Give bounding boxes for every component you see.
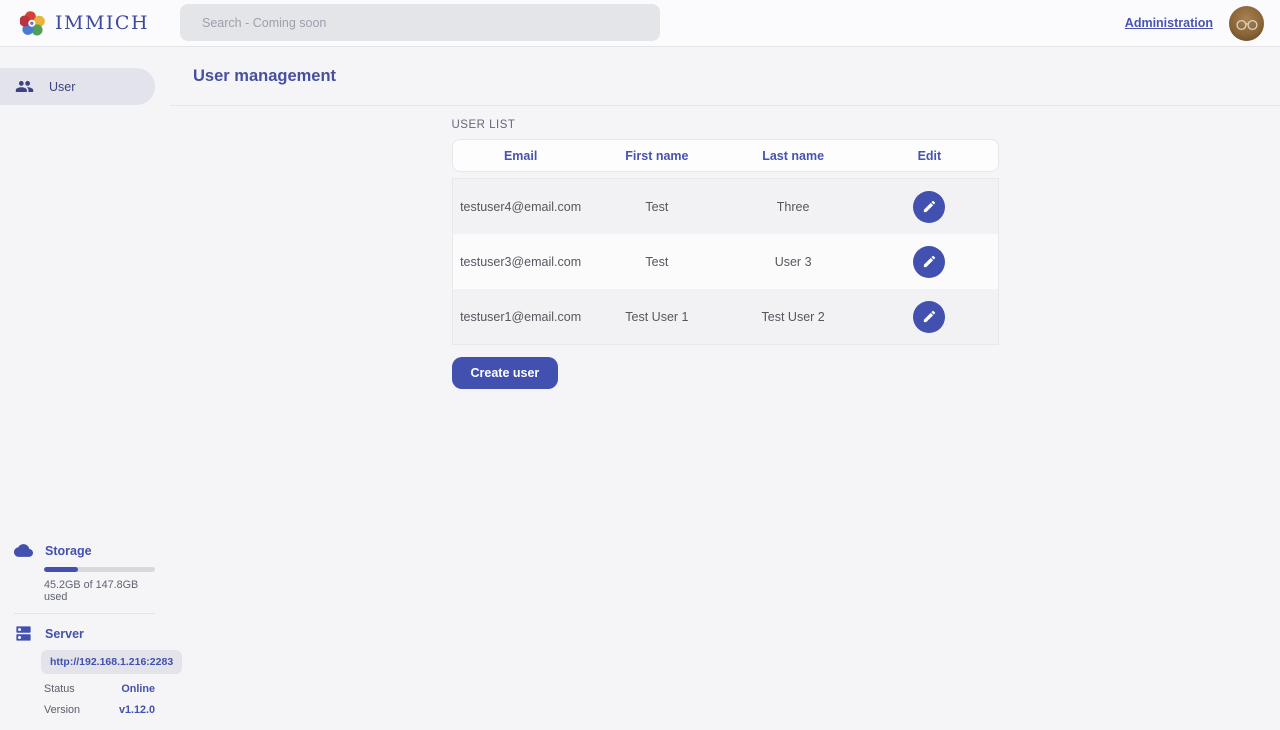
table-row: testuser1@email.com Test User 1 Test Use… [453, 289, 998, 344]
table-row: testuser3@email.com Test User 3 [453, 234, 998, 289]
sidebar-divider [14, 613, 155, 614]
immich-logo-text: IMMICH [55, 12, 149, 34]
user-first-name: Test User 1 [589, 310, 725, 324]
storage-section-header: Storage [14, 541, 155, 560]
edit-user-button[interactable] [913, 301, 945, 333]
table-row: testuser4@email.com Test Three [453, 179, 998, 234]
sidebar: User Storage 45.2GB of 147.8GB used [0, 47, 170, 730]
storage-usage-text: 45.2GB of 147.8GB used [44, 579, 155, 603]
user-email: testuser3@email.com [453, 255, 589, 269]
create-user-button[interactable]: Create user [452, 357, 559, 389]
immich-flower-icon [20, 10, 47, 37]
user-table-body: testuser4@email.com Test Three testuser3… [452, 178, 999, 345]
server-url-badge: http://192.168.1.216:2283 [41, 650, 182, 674]
user-last-name: Three [725, 200, 861, 214]
storage-title: Storage [45, 544, 92, 558]
server-section-header: Server [14, 624, 155, 643]
search-input[interactable] [180, 4, 660, 41]
version-value: v1.12.0 [119, 704, 155, 716]
version-label: Version [44, 704, 80, 716]
user-first-name: Test [589, 255, 725, 269]
sidebar-item-label: User [49, 80, 75, 94]
administration-link[interactable]: Administration [1125, 16, 1213, 30]
column-header-email: Email [453, 149, 589, 163]
users-icon [15, 77, 34, 96]
edit-user-button[interactable] [913, 246, 945, 278]
column-header-edit: Edit [861, 149, 997, 163]
pencil-icon [922, 309, 937, 324]
main-content: User management USER LIST Email First na… [170, 47, 1280, 730]
user-last-name: User 3 [725, 255, 861, 269]
storage-progress-fill [44, 567, 78, 572]
user-email: testuser4@email.com [453, 200, 589, 214]
user-list-label: USER LIST [452, 119, 999, 131]
column-header-first-name: First name [589, 149, 725, 163]
server-icon [14, 624, 33, 643]
status-label: Status [44, 683, 75, 695]
title-bar: User management [170, 47, 1280, 106]
server-status-row: Status Online [44, 683, 155, 695]
user-avatar[interactable] [1229, 6, 1264, 41]
server-version-row: Version v1.12.0 [44, 704, 155, 716]
glasses-icon [1235, 19, 1259, 31]
column-header-last-name: Last name [725, 149, 861, 163]
user-table-header: Email First name Last name Edit [452, 139, 999, 172]
server-title: Server [45, 627, 84, 641]
sidebar-item-user[interactable]: User [0, 68, 155, 105]
edit-user-button[interactable] [913, 191, 945, 223]
storage-progress-bar [44, 567, 155, 572]
sidebar-footer: Storage 45.2GB of 147.8GB used Server ht… [0, 541, 170, 730]
top-navbar: IMMICH Administration [0, 0, 1280, 47]
user-first-name: Test [589, 200, 725, 214]
pencil-icon [922, 254, 937, 269]
user-email: testuser1@email.com [453, 310, 589, 324]
page-title: User management [193, 67, 336, 86]
status-value: Online [121, 683, 155, 695]
pencil-icon [922, 199, 937, 214]
immich-logo[interactable]: IMMICH [20, 10, 149, 37]
user-last-name: Test User 2 [725, 310, 861, 324]
cloud-icon [14, 541, 33, 560]
